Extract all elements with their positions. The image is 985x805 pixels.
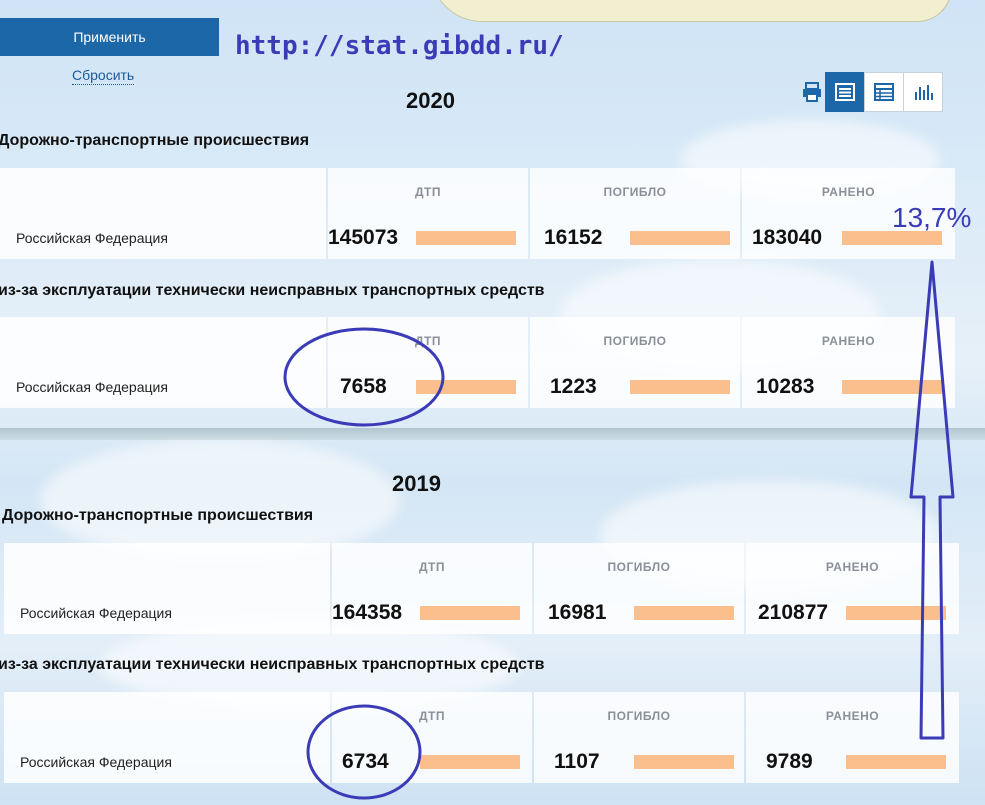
section-title-all: Дорожно-транспортные происшествия	[0, 132, 310, 149]
stats-panel-2019-all: Российская Федерация ДТП 164358 ПОГИБЛО …	[4, 543, 959, 634]
separator-band	[0, 428, 985, 440]
killed-bar	[630, 380, 730, 394]
injured-column: РАНЕНО 210877	[746, 543, 959, 634]
dtp-value: 7658	[340, 375, 387, 398]
region-name: Российская Федерация	[16, 379, 168, 395]
dtp-column: ДТП 6734	[332, 692, 532, 783]
cloud	[40, 440, 400, 560]
region-name: Российская Федерация	[20, 754, 172, 770]
killed-value: 1107	[554, 750, 600, 773]
column-header-killed: ПОГИБЛО	[603, 185, 667, 199]
injured-column: РАНЕНО 10283	[742, 317, 955, 408]
dtp-column: ДТП 145073	[328, 168, 528, 259]
stats-panel-2020-all: Российская Федерация ДТП 145073 ПОГИБЛО …	[0, 168, 955, 259]
column-header-injured: РАНЕНО	[825, 560, 880, 574]
injured-bar	[846, 755, 946, 769]
killed-value: 16152	[544, 226, 603, 249]
injured-bar	[842, 380, 942, 394]
dtp-value: 164358	[332, 601, 403, 624]
killed-bar	[630, 231, 730, 245]
dtp-bar	[420, 606, 520, 620]
killed-value: 16981	[548, 601, 607, 624]
region-name: Российская Федерация	[16, 230, 168, 246]
stats-panel-2019-faulty: Российская Федерация ДТП 6734 ПОГИБЛО 11…	[4, 692, 959, 783]
column-header-dtp: ДТП	[414, 334, 441, 348]
injured-value: 210877	[758, 601, 829, 624]
injured-value: 9789	[766, 750, 813, 773]
year-heading: 2019	[392, 471, 441, 496]
dtp-value: 6734	[342, 750, 389, 773]
apply-button[interactable]: Применить	[0, 18, 219, 56]
view-toolbar	[798, 72, 943, 112]
injured-column: РАНЕНО 9789	[746, 692, 959, 783]
killed-bar	[634, 606, 734, 620]
dtp-bar	[420, 755, 520, 769]
column-header-injured: РАНЕНО	[821, 334, 876, 348]
stats-panel-2020-faulty: Российская Федерация ДТП 7658 ПОГИБЛО 12…	[0, 317, 955, 408]
dtp-value: 145073	[328, 226, 399, 249]
column-header-killed: ПОГИБЛО	[603, 334, 667, 348]
column-header-injured: РАНЕНО	[821, 185, 876, 199]
column-header-killed: ПОГИБЛО	[607, 560, 671, 574]
section-title-faulty: из-за эксплуатации технически неисправны…	[0, 656, 545, 673]
year-heading: 2020	[406, 88, 455, 113]
section-title-all: Дорожно-транспортные происшествия	[2, 507, 314, 524]
column-header-killed: ПОГИБЛО	[607, 709, 671, 723]
percent-annotation: 13,7%	[892, 202, 972, 233]
source-url-caption: http://stat.gibdd.ru/	[235, 31, 564, 61]
list-view-icon[interactable]	[825, 72, 865, 112]
dtp-bar	[416, 380, 516, 394]
column-header-injured: РАНЕНО	[825, 709, 880, 723]
killed-column: ПОГИБЛО 16981	[534, 543, 744, 634]
print-icon[interactable]	[798, 72, 826, 112]
killed-bar	[634, 755, 734, 769]
reset-link[interactable]: Сбросить	[72, 67, 135, 85]
region-name: Российская Федерация	[20, 605, 172, 621]
injured-value: 183040	[752, 226, 823, 249]
table-view-icon[interactable]	[864, 72, 904, 112]
killed-column: ПОГИБЛО 1107	[534, 692, 744, 783]
map-fragment	[430, 0, 952, 22]
killed-value: 1223	[550, 375, 597, 398]
chart-view-icon[interactable]	[903, 72, 943, 112]
dtp-bar	[416, 231, 516, 245]
column-header-dtp: ДТП	[418, 560, 445, 574]
column-header-dtp: ДТП	[414, 185, 441, 199]
killed-column: ПОГИБЛО 16152	[530, 168, 740, 259]
column-header-dtp: ДТП	[418, 709, 445, 723]
injured-bar	[846, 606, 946, 620]
dtp-column: ДТП 7658	[328, 317, 528, 408]
injured-value: 10283	[756, 375, 815, 398]
section-title-faulty: из-за эксплуатации технически неисправны…	[0, 282, 545, 299]
killed-column: ПОГИБЛО 1223	[530, 317, 740, 408]
dtp-column: ДТП 164358	[332, 543, 532, 634]
